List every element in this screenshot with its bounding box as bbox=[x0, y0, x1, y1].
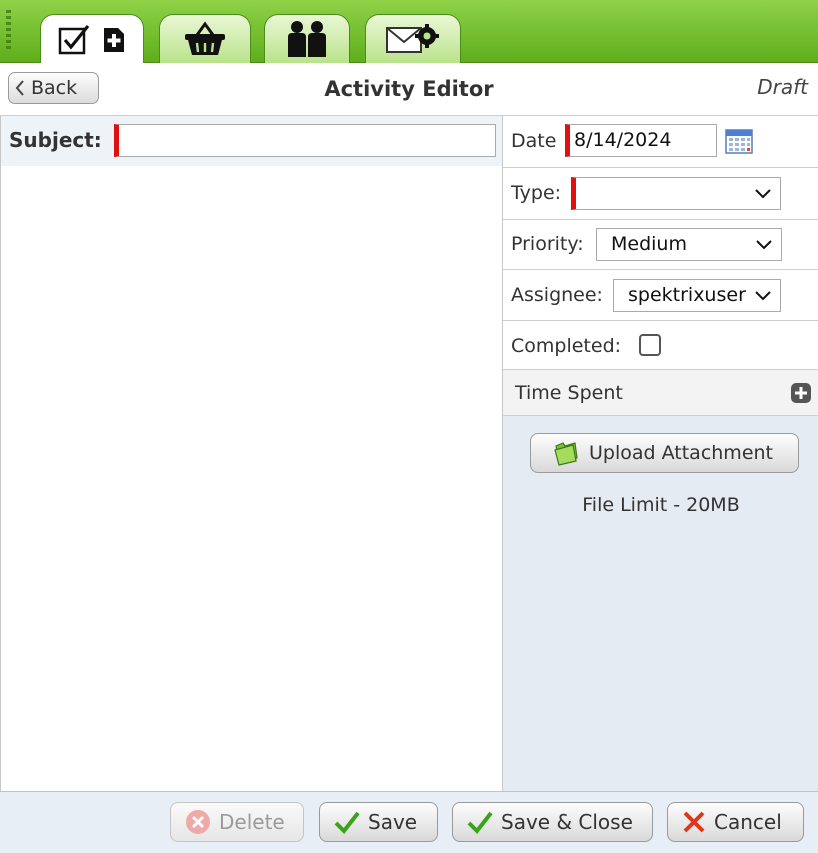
main-content-panel: Subject: bbox=[0, 116, 502, 791]
date-label: Date bbox=[511, 130, 557, 152]
checkmark-icon bbox=[467, 809, 493, 835]
time-spent-row: Time Spent bbox=[503, 370, 818, 416]
checkmark-icon bbox=[334, 809, 360, 835]
priority-label: Priority: bbox=[511, 233, 584, 255]
file-limit-text: File Limit - 20MB bbox=[582, 494, 740, 516]
delete-x-icon bbox=[185, 809, 211, 835]
status-label: Draft bbox=[757, 75, 808, 99]
mail-settings-icon bbox=[385, 22, 441, 56]
chevron-down-icon bbox=[755, 229, 773, 260]
add-plus-icon bbox=[102, 26, 126, 54]
basket-icon bbox=[183, 21, 227, 57]
top-tab-bar bbox=[0, 0, 818, 64]
customers-icon bbox=[286, 20, 328, 58]
folder-icon bbox=[553, 440, 581, 466]
type-row: Type: bbox=[503, 168, 818, 220]
delete-button[interactable]: Delete bbox=[170, 802, 304, 842]
chevron-down-icon bbox=[754, 178, 772, 209]
assignee-value: spektrixuser bbox=[628, 284, 746, 306]
chevron-down-icon bbox=[754, 280, 772, 311]
completed-row: Completed: bbox=[503, 321, 818, 370]
calendar-icon[interactable] bbox=[725, 128, 753, 159]
cancel-button[interactable]: Cancel bbox=[667, 802, 804, 842]
save-close-label: Save & Close bbox=[501, 810, 633, 834]
editor-header: Back Activity Editor Draft bbox=[0, 63, 818, 116]
assignee-row: Assignee: spektrixuser bbox=[503, 270, 818, 321]
add-time-plus-icon[interactable] bbox=[791, 383, 811, 403]
upload-attachment-label: Upload Attachment bbox=[589, 442, 773, 464]
save-button[interactable]: Save bbox=[319, 802, 438, 842]
priority-row: Priority: Medium bbox=[503, 220, 818, 270]
type-select[interactable] bbox=[571, 177, 781, 210]
assignee-label: Assignee: bbox=[511, 284, 603, 306]
cancel-label: Cancel bbox=[714, 810, 782, 834]
subject-label: Subject: bbox=[9, 128, 102, 152]
upload-attachment-button[interactable]: Upload Attachment bbox=[530, 433, 799, 473]
save-close-button[interactable]: Save & Close bbox=[452, 802, 653, 842]
grip-handle bbox=[6, 10, 11, 50]
page-title: Activity Editor bbox=[324, 77, 494, 101]
cancel-x-icon bbox=[682, 810, 706, 834]
time-spent-label: Time Spent bbox=[515, 382, 623, 404]
completed-checkbox[interactable] bbox=[639, 334, 661, 356]
footer-toolbar: Delete Save Save & Close Cancel bbox=[0, 791, 818, 853]
subject-input[interactable] bbox=[114, 124, 496, 157]
activity-checkbox-icon bbox=[58, 23, 92, 57]
details-sidebar: Date 8/14/2024 Type: Priority: Medium As… bbox=[502, 116, 818, 791]
date-input[interactable]: 8/14/2024 bbox=[565, 124, 717, 157]
completed-label: Completed: bbox=[511, 335, 622, 357]
subject-row: Subject: bbox=[1, 116, 502, 166]
date-row: Date 8/14/2024 bbox=[503, 116, 818, 168]
type-label: Type: bbox=[511, 182, 562, 204]
priority-value: Medium bbox=[611, 233, 687, 255]
save-label: Save bbox=[368, 810, 418, 834]
assignee-select[interactable]: spektrixuser bbox=[613, 279, 781, 312]
delete-label: Delete bbox=[219, 810, 285, 834]
tab-basket[interactable] bbox=[159, 14, 251, 63]
tab-customers[interactable] bbox=[264, 14, 350, 63]
priority-select[interactable]: Medium bbox=[596, 228, 782, 261]
tab-activity-editor[interactable] bbox=[40, 14, 144, 64]
tab-communications[interactable] bbox=[365, 14, 461, 63]
